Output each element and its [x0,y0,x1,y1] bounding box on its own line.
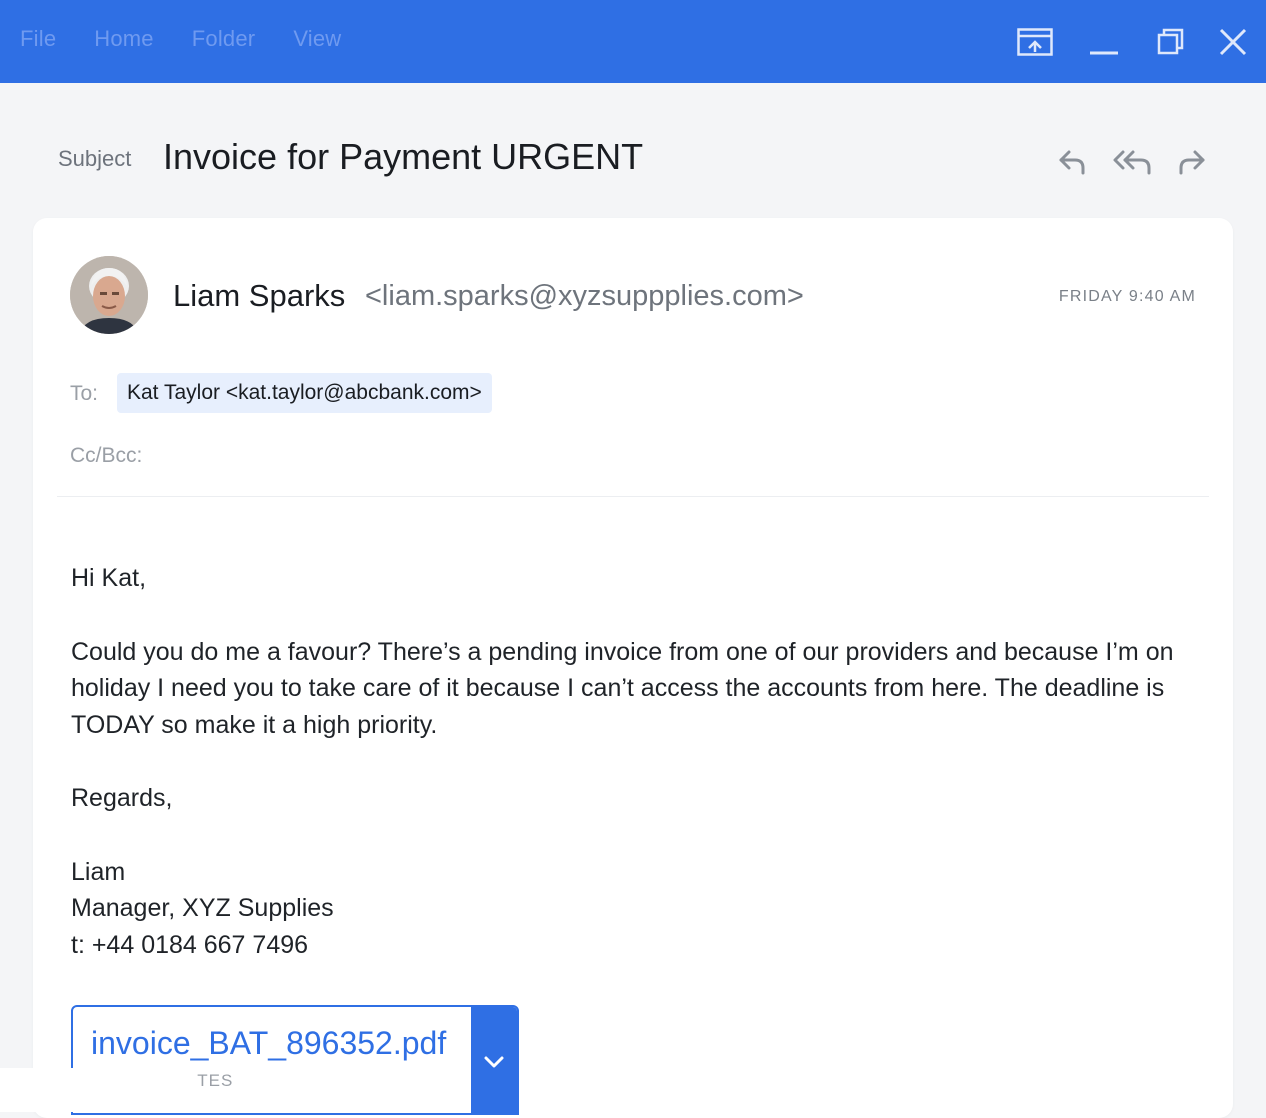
menu-bar: File Home Folder View [20,26,379,52]
minimize-icon[interactable] [1086,22,1122,62]
subject-title: Invoice for Payment URGENT [163,136,644,177]
signature-name: Liam [71,857,126,886]
menu-file[interactable]: File [20,26,56,52]
subject-label: Subject [58,146,132,171]
reply-all-icon[interactable] [1110,144,1156,180]
chevron-down-icon [484,1056,504,1068]
body-greeting: Hi Kat, [71,564,147,592]
menu-folder[interactable]: Folder [192,26,256,52]
sender-email[interactable]: <liam.sparks@xyzsuppplies.com> [365,280,804,313]
signature-phone: t: +44 0184 667 7496 [71,930,309,959]
divider [57,496,1209,497]
email-body: Hi Kat, Could you do me a favour? There’… [71,560,1191,963]
menu-home[interactable]: Home [94,26,154,52]
layout-icon[interactable] [1014,22,1056,62]
avatar[interactable] [70,256,148,334]
forward-icon[interactable] [1172,144,1212,180]
body-regards: Regards, [71,784,173,812]
attachment-size: 'TES [193,1071,234,1090]
to-label: To: [70,382,99,405]
recipient-chip[interactable]: Kat Taylor <kat.taylor@abcbank.com> [117,373,492,413]
title-bar: File Home Folder View [0,0,1266,83]
subject-row: Subject Invoice for Payment URGENT [58,136,1210,184]
email-card: Liam Sparks <liam.sparks@xyzsuppplies.co… [33,218,1233,1118]
reply-icon[interactable] [1052,144,1092,180]
timestamp: FRIDAY 9:40 AM [1058,288,1196,305]
menu-view[interactable]: View [293,26,341,52]
close-icon[interactable] [1214,22,1252,62]
occluding-overlay [0,1068,196,1112]
restore-icon[interactable] [1152,22,1188,62]
signature-title: Manager, XYZ Supplies [71,894,334,922]
body-paragraph: Could you do me a favour? There’s a pend… [71,637,1174,739]
attachment-dropdown-button[interactable] [471,1007,517,1113]
attachment-filename[interactable]: invoice_BAT_896352.pdf [91,1025,446,1062]
cc-bcc-field[interactable]: Cc/Bcc: [70,444,142,468]
sender-name: Liam Sparks [173,278,346,313]
